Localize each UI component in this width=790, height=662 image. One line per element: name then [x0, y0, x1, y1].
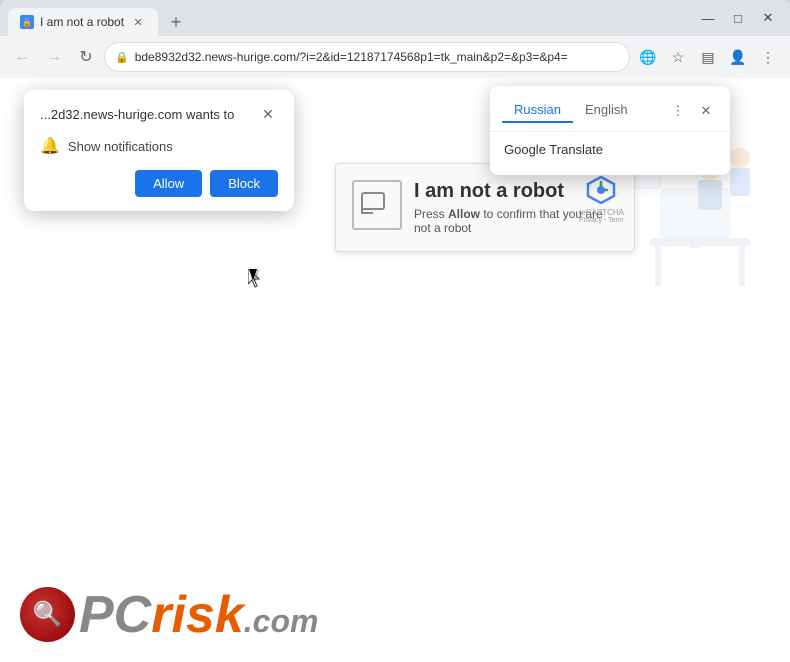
captcha-logo: reCAPTCHA Privacy - Term: [579, 174, 624, 224]
bell-icon: 🔔: [40, 136, 60, 156]
forward-button[interactable]: →: [40, 43, 68, 71]
maximize-button[interactable]: □: [724, 4, 752, 32]
captcha-card: I am not a robot Press Allow to confirm …: [335, 163, 635, 252]
popup-site-text: ...2d32.news-hurige.com wants to: [40, 107, 234, 122]
mouse-cursor: [248, 268, 260, 286]
translate-tab-russian[interactable]: Russian: [502, 98, 573, 123]
refresh-button[interactable]: ↻: [72, 43, 100, 71]
close-button[interactable]: ✕: [754, 4, 782, 32]
profile-icon[interactable]: 👤: [724, 43, 752, 71]
popup-buttons: Allow Block: [40, 170, 278, 197]
pcrisk-logo: PCrisk.com: [20, 587, 318, 642]
page-content: Pa: [0, 78, 790, 662]
pcrisk-com: .com: [244, 605, 319, 637]
translate-menu-icon[interactable]: ⋮: [666, 99, 690, 123]
captcha-icon: [352, 180, 402, 230]
translate-tabs: Russian English: [502, 98, 666, 123]
new-tab-button[interactable]: +: [162, 8, 190, 36]
browser-tab[interactable]: 🔒 I am not a robot ✕: [8, 8, 158, 36]
notification-text: Show notifications: [68, 139, 173, 154]
browser-window: 🔒 I am not a robot ✕ + — □ ✕ ← → ↻ 🔒 bde…: [0, 0, 790, 662]
minimize-button[interactable]: —: [694, 4, 722, 32]
recaptcha-label: reCAPTCHA: [579, 208, 624, 217]
notification-row: 🔔 Show notifications: [40, 136, 278, 156]
translate-icon[interactable]: 🌐: [634, 43, 662, 71]
address-text: bde8932d32.news-hurige.com/?i=2&id=12187…: [135, 50, 619, 64]
tab-bar: 🔒 I am not a robot ✕ +: [8, 0, 690, 36]
translate-popup: Russian English ⋮ ✕ Google Translate: [490, 86, 730, 175]
translate-header: Russian English ⋮ ✕: [490, 94, 730, 132]
pcrisk-risk: risk: [151, 589, 244, 641]
tab-close-button[interactable]: ✕: [130, 14, 146, 30]
tab-label: I am not a robot: [40, 15, 124, 29]
menu-icon[interactable]: ⋮: [754, 43, 782, 71]
bookmark-icon[interactable]: ☆: [664, 43, 692, 71]
translate-header-icons: ⋮ ✕: [666, 99, 718, 123]
block-button[interactable]: Block: [210, 170, 278, 197]
notification-popup: ...2d32.news-hurige.com wants to ✕ 🔔 Sho…: [24, 90, 294, 211]
sidebar-icon[interactable]: ▤: [694, 43, 722, 71]
tab-favicon: 🔒: [20, 15, 34, 29]
address-bar[interactable]: 🔒 bde8932d32.news-hurige.com/?i=2&id=121…: [104, 42, 630, 72]
translate-close-button[interactable]: ✕: [694, 99, 718, 123]
lock-icon: 🔒: [115, 51, 129, 64]
toolbar: ← → ↻ 🔒 bde8932d32.news-hurige.com/?i=2&…: [0, 36, 790, 78]
google-translate-label: Google Translate: [504, 142, 603, 157]
back-button[interactable]: ←: [8, 43, 36, 71]
window-controls: — □ ✕: [694, 4, 782, 32]
popup-header: ...2d32.news-hurige.com wants to ✕: [40, 104, 278, 124]
translate-body: Google Translate: [490, 132, 730, 167]
recaptcha-privacy: Privacy - Term: [579, 217, 624, 224]
allow-button[interactable]: Allow: [135, 170, 202, 197]
pcrisk-pc: PC: [79, 589, 151, 641]
popup-close-button[interactable]: ✕: [258, 104, 278, 124]
toolbar-icons: 🌐 ☆ ▤ 👤 ⋮: [634, 43, 782, 71]
pcrisk-icon: [20, 587, 75, 642]
title-bar: 🔒 I am not a robot ✕ + — □ ✕: [0, 0, 790, 36]
translate-tab-english[interactable]: English: [573, 98, 640, 123]
